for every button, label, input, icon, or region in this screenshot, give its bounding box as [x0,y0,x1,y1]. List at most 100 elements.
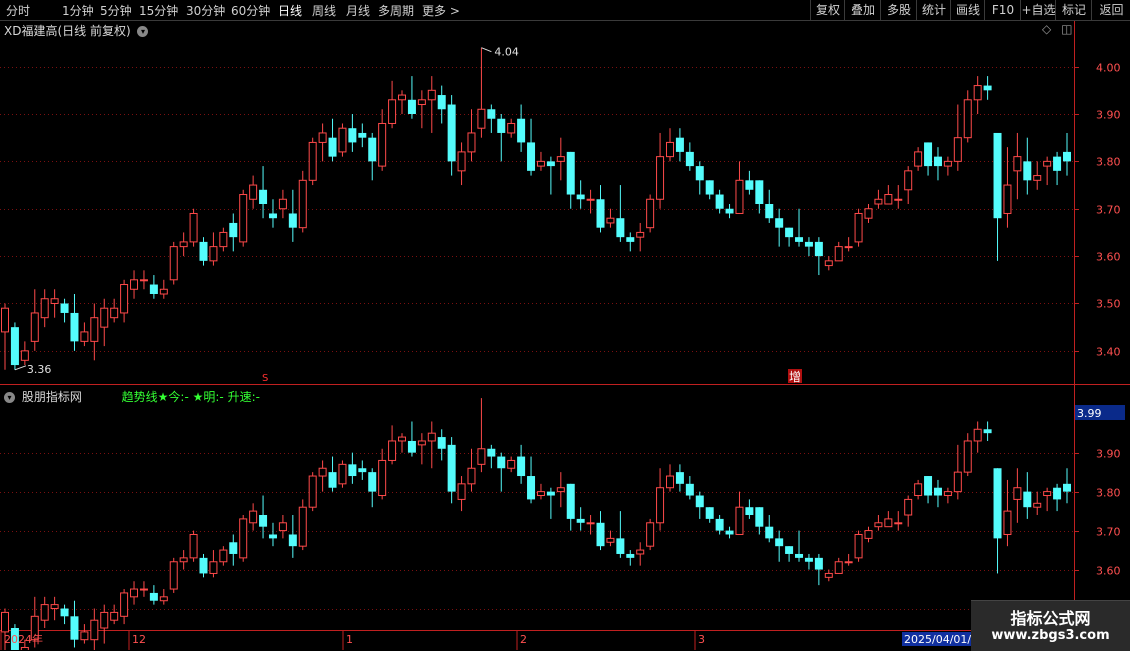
main-candle-body-down [616,218,625,238]
dropdown-icon[interactable]: ▾ [137,26,149,37]
main-y-tick-label: 4.00 [1096,62,1121,75]
main-candles [1,47,1071,370]
main-candle [229,213,238,252]
sub-candle [378,448,387,500]
diamond-icon[interactable]: ◇ [1042,22,1051,36]
dropdown-icon[interactable]: ▾ [4,392,15,403]
main-candle [179,232,188,257]
time-axis-label: 2024年 [4,632,43,646]
sub-candle [169,557,178,593]
main-candle-body-up [894,198,903,201]
main-candle [1,303,9,370]
main-candle-body-up [963,99,972,139]
main-candle [1053,151,1062,186]
sub-candle-body-down [497,456,506,469]
sub-candle [239,515,248,562]
indicator-legend: 趋势线★今:- ★明:- 升速:- [121,390,260,404]
sub-candle [507,456,516,473]
main-candle-body-up [100,307,109,328]
main-candle [1023,137,1032,195]
main-candle [695,161,704,195]
main-candle [199,237,208,266]
sub-candle-body-down [765,526,774,539]
sub-candle [705,507,714,523]
sub-candle-body-down [804,557,813,562]
sub-candle-body-up [844,561,853,564]
main-candle [546,156,555,195]
sub-candle [50,596,59,621]
sub-candle [933,479,942,508]
sub-candle-body-down [358,468,367,473]
sub-candle-body-down [447,444,456,492]
main-candle-body-up [417,99,426,106]
kline-chart[interactable]: 4.00 3.90 3.80 3.70 3.60 3.50 3.40 3.90 3.80 3.70… [0,0,1130,650]
main-candle [457,142,466,186]
sub-candle-body-down [328,472,337,488]
sub-candle [110,604,119,625]
main-candle [536,151,545,171]
sub-candle-body-up [209,561,218,574]
main-candle-body-up [298,179,307,229]
sub-candle-body-up [388,440,397,461]
main-candle-body-up [209,246,218,262]
sub-candle [765,515,774,543]
sub-y-tick-label: 3.90 [1096,448,1121,461]
event-marker-zeng: 增 [789,370,801,384]
main-candle-body-up [80,331,89,342]
time-axis-label: 12 [132,633,146,646]
sub-candle-body-up [864,530,873,539]
main-candle [725,204,734,219]
main-y-tick-label: 3.90 [1096,109,1121,122]
sub-candle-body-down [924,476,933,496]
sub-candle [249,503,258,531]
sub-candle-body-down [675,472,684,484]
sub-candle-body-down [546,491,555,496]
event-marker-s: S [262,373,268,384]
window-icon[interactable]: ◫ [1061,22,1072,36]
sub-candle [864,526,873,543]
main-candle-body-down [288,213,297,228]
sub-candle [348,452,357,484]
sub-candle-body-up [159,596,168,602]
sub-candle-body-up [507,459,516,469]
sub-candle-body-up [904,498,913,516]
watermark-title: 指标公式网 [1010,609,1091,628]
sub-candle-body-down [1053,487,1062,500]
main-candle-body-down [70,312,79,342]
sub-candle-body-down [70,616,79,640]
main-candle [914,147,923,171]
sub-candle-body-up [189,533,198,559]
sub-candle-body-up [914,483,923,497]
sub-candle-body-up [656,487,665,524]
sub-candle-body-up [417,440,426,446]
sub-candle-body-down [795,553,804,558]
main-candle [507,118,516,138]
sub-candle-body-up [874,522,883,528]
sub-candle [1043,487,1052,512]
main-candle-body-up [953,137,962,162]
sub-candle [90,608,99,650]
main-candle [318,123,327,162]
main-candle [467,109,476,162]
main-candle-body-up [398,94,407,101]
sub-candle-body-down [566,483,575,519]
main-candle [775,208,784,247]
main-candle [894,185,903,209]
main-candle [993,132,1002,261]
sub-candle-body-up [665,475,674,489]
main-candle-body-down [685,151,694,167]
main-candle [566,151,575,209]
main-candle-body-up [179,241,188,248]
sub-candle-body-up [100,611,109,629]
sub-candle [388,425,397,465]
sub-candle [695,491,704,519]
main-candle-body-down [785,227,794,238]
main-candle [149,275,158,299]
sub-candle-body-up [467,467,476,485]
sub-candle-body-up [398,436,407,442]
main-candle [487,104,496,133]
main-candle [705,180,714,200]
main-candle [646,194,655,233]
main-candle-body-down [487,109,496,119]
sub-candle-body-up [1003,510,1012,535]
